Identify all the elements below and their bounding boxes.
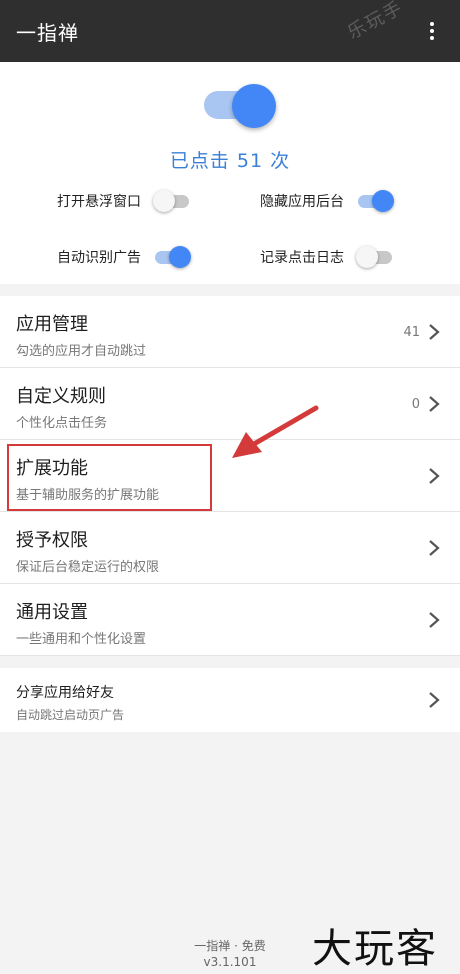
option-label: 自动识别广告 xyxy=(57,250,141,266)
chevron-right-icon xyxy=(429,468,440,484)
chevron-right-icon xyxy=(429,324,440,340)
option-hide-recents[interactable]: 隐藏应用后台 xyxy=(260,186,394,216)
chevron-right-icon xyxy=(429,612,440,628)
chevron-right-icon xyxy=(429,692,440,708)
menu-item-title: 应用管理 xyxy=(16,314,88,335)
share-title: 分享应用给好友 xyxy=(16,685,114,701)
menu-item-subtitle: 勾选的应用才自动跳过 xyxy=(16,344,147,359)
option-click-log[interactable]: 记录点击日志 xyxy=(260,242,394,272)
menu-item-title: 授予权限 xyxy=(16,530,88,551)
chevron-right-icon xyxy=(429,396,440,412)
menu-item-subtitle: 保证后台稳定运行的权限 xyxy=(16,560,160,575)
option-label: 打开悬浮窗口 xyxy=(57,194,141,210)
menu-item-count: 41 xyxy=(403,325,420,340)
option-floating-window[interactable]: 打开悬浮窗口 xyxy=(57,186,191,216)
menu-item-title: 通用设置 xyxy=(16,602,88,623)
option-label: 记录点击日志 xyxy=(260,250,344,266)
main-toggle-knob xyxy=(232,84,276,128)
share-app-row[interactable]: 分享应用给好友 自动跳过启动页广告 xyxy=(0,668,460,732)
main-service-toggle[interactable] xyxy=(204,84,276,128)
floating-window-switch[interactable] xyxy=(153,189,191,213)
app-bar: 一指禅 乐玩手 xyxy=(0,0,460,62)
watermark: 乐玩手 xyxy=(344,0,408,44)
more-vert-icon[interactable] xyxy=(420,15,444,47)
menu-item-app-management[interactable]: 应用管理 勾选的应用才自动跳过 41 xyxy=(0,296,460,368)
click-log-switch[interactable] xyxy=(356,245,394,269)
menu-item-permissions[interactable]: 授予权限 保证后台稳定运行的权限 xyxy=(0,512,460,584)
menu-item-subtitle: 一些通用和个性化设置 xyxy=(16,632,147,647)
menu-item-subtitle: 个性化点击任务 xyxy=(16,416,108,431)
click-count-text: 已点击 51 次 xyxy=(169,150,291,172)
option-auto-detect-ads[interactable]: 自动识别广告 xyxy=(57,242,191,272)
app-title: 一指禅 xyxy=(16,20,79,45)
chevron-right-icon xyxy=(429,540,440,556)
menu-list: 应用管理 勾选的应用才自动跳过 41 自定义规则 个性化点击任务 0 扩展功能 … xyxy=(0,296,460,656)
watermark-logo: 大玩客 xyxy=(312,926,438,972)
menu-item-general-settings[interactable]: 通用设置 一些通用和个性化设置 xyxy=(0,584,460,656)
menu-item-title: 自定义规则 xyxy=(16,386,106,407)
menu-item-count: 0 xyxy=(411,397,420,412)
auto-detect-ads-switch[interactable] xyxy=(153,245,191,269)
annotation-arrow-icon xyxy=(232,405,319,458)
option-label: 隐藏应用后台 xyxy=(260,194,344,210)
status-card: 已点击 51 次 打开悬浮窗口 隐藏应用后台 自动识别广告 记录点击日志 xyxy=(0,62,460,284)
hide-recents-switch[interactable] xyxy=(356,189,394,213)
highlight-annotation-box xyxy=(7,444,212,511)
share-subtitle: 自动跳过启动页广告 xyxy=(16,708,125,722)
